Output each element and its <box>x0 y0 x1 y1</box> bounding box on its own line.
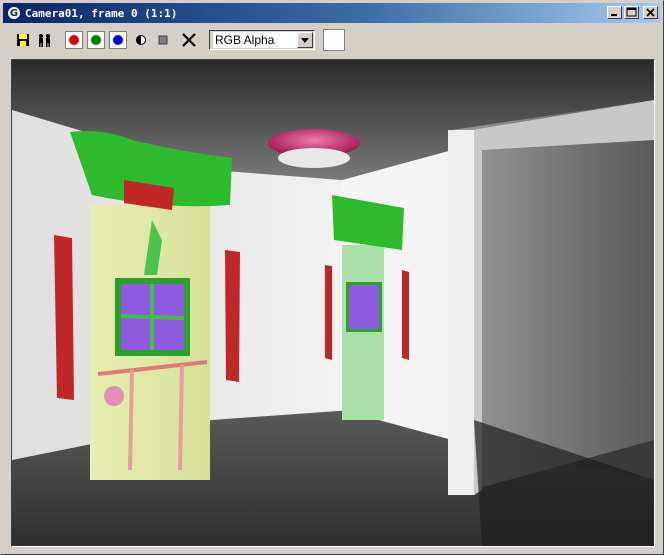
alpha-toggle-icon <box>136 35 146 45</box>
render-frame-window: G Camera01, frame 0 (1:1) RGB Alpha <box>0 0 664 555</box>
ceiling-lamp <box>268 129 360 168</box>
window-title: Camera01, frame 0 (1:1) <box>25 6 178 20</box>
color-swatch[interactable] <box>323 29 345 51</box>
rendered-scene <box>12 60 654 546</box>
monochrome-icon <box>158 35 168 45</box>
close-button[interactable] <box>643 6 658 19</box>
clone-button[interactable] <box>35 30 55 50</box>
render-viewport[interactable] <box>11 59 655 547</box>
clear-icon <box>182 33 196 47</box>
save-icon <box>17 34 29 46</box>
chevron-down-icon <box>301 37 309 43</box>
alpha-toggle-button[interactable] <box>131 30 151 50</box>
maximize-button[interactable] <box>624 6 639 19</box>
blue-channel-icon <box>113 35 123 45</box>
render-toolbar: RGB Alpha <box>3 25 661 55</box>
channel-select[interactable]: RGB Alpha <box>209 30 315 50</box>
title-bar[interactable]: G Camera01, frame 0 (1:1) <box>3 3 661 23</box>
blue-channel-button[interactable] <box>109 31 127 49</box>
red-channel-icon <box>69 35 79 45</box>
door-left <box>70 131 232 480</box>
close-icon <box>646 8 655 17</box>
minimize-icon <box>611 14 617 16</box>
maximize-icon <box>626 7 637 17</box>
red-channel-button[interactable] <box>65 31 83 49</box>
dropdown-arrow-button[interactable] <box>297 32 313 48</box>
clear-button[interactable] <box>179 30 199 50</box>
window-controls <box>607 6 658 19</box>
green-channel-icon <box>91 35 101 45</box>
save-button[interactable] <box>13 30 33 50</box>
minimize-button[interactable] <box>607 6 622 19</box>
3ds-max-icon[interactable]: G <box>7 6 21 20</box>
green-channel-button[interactable] <box>87 31 105 49</box>
monochrome-button[interactable] <box>153 30 173 50</box>
channel-select-value: RGB Alpha <box>213 32 301 48</box>
clone-icon <box>39 34 50 47</box>
